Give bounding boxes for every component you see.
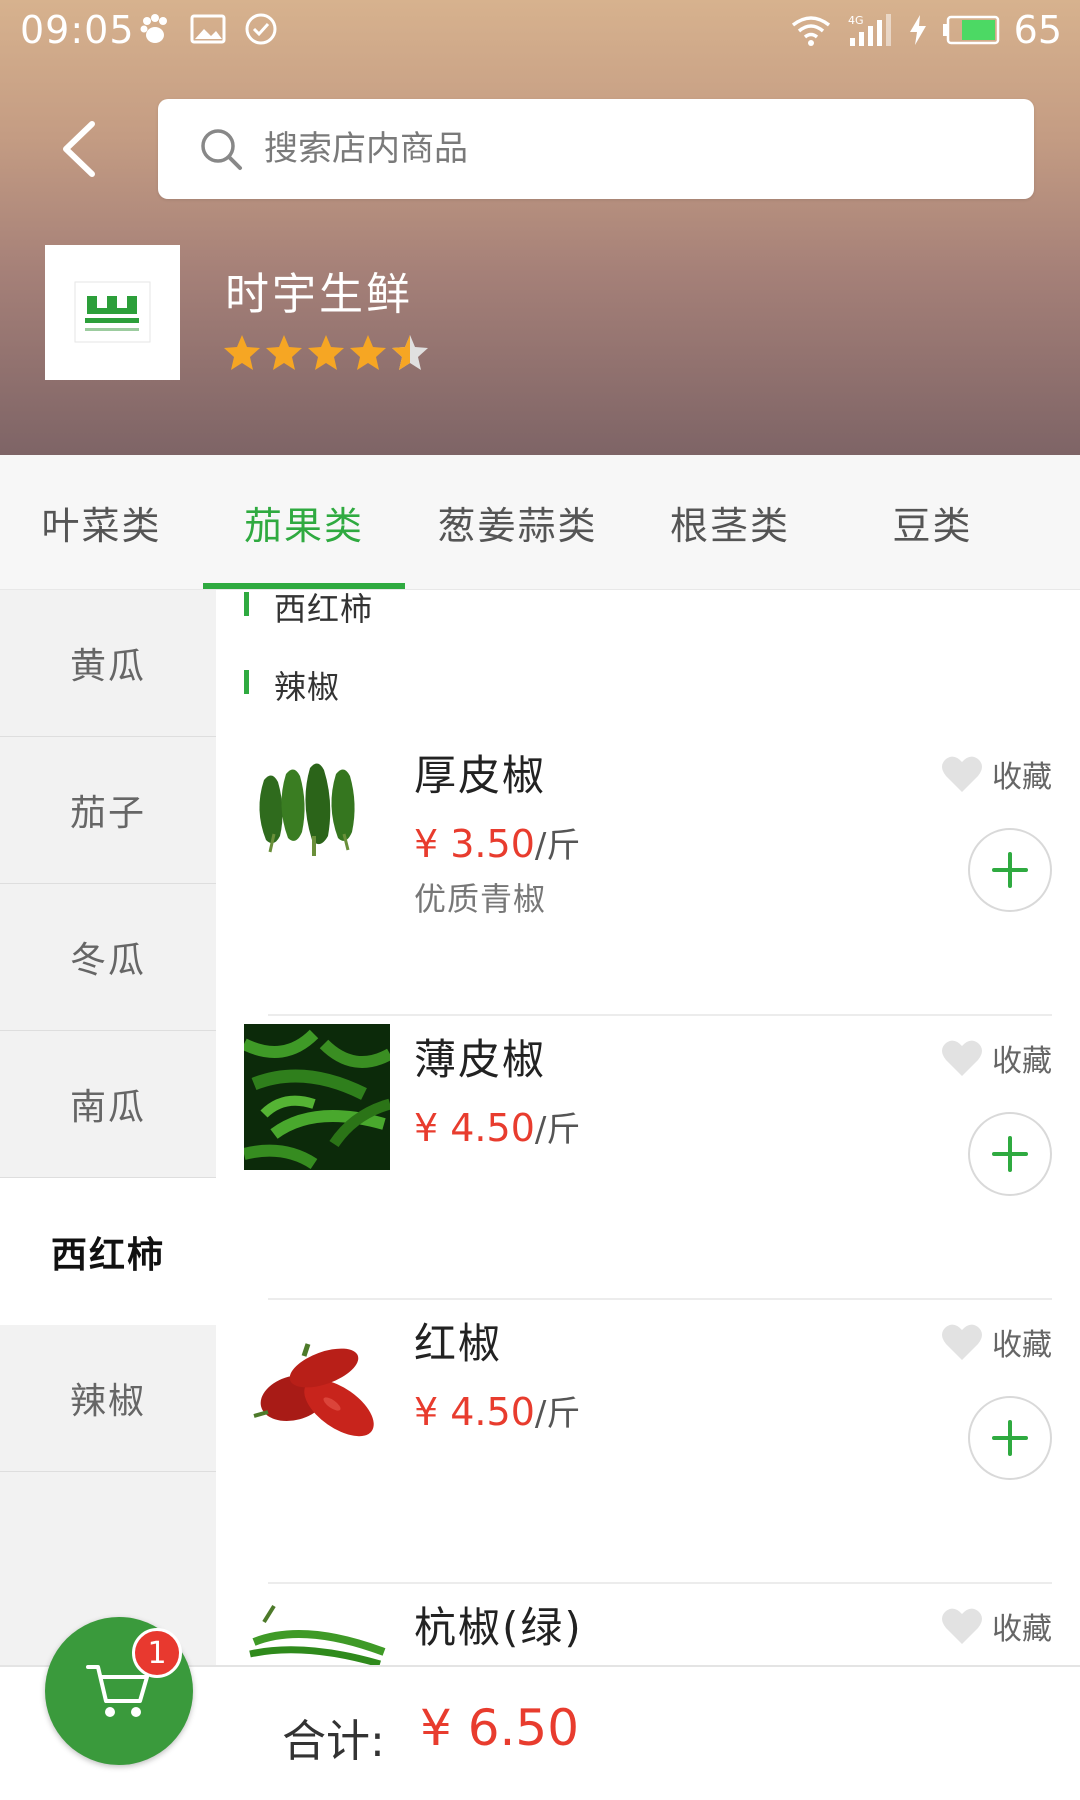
favorite-label: 收藏: [992, 1612, 1052, 1647]
shop-logo: [45, 245, 180, 380]
favorite-label: 收藏: [992, 1044, 1052, 1079]
heart-icon: [942, 1324, 982, 1360]
tab-beans[interactable]: 豆类: [830, 455, 1035, 590]
favorite-label: 收藏: [992, 760, 1052, 795]
total-label: 合计:: [282, 1716, 385, 1767]
favorite-button[interactable]: 收藏: [940, 1036, 1052, 1080]
heart-icon: [942, 1040, 982, 1076]
status-left-icons: [138, 12, 278, 46]
shop-logo-image: [74, 281, 151, 342]
tab-leafy[interactable]: 叶菜类: [0, 455, 203, 590]
total-value: ¥ 6.50: [420, 1699, 580, 1757]
product-name: 红椒: [414, 1319, 503, 1368]
product-item[interactable]: 厚皮椒 ¥ 3.50/斤 优质青椒 收藏: [216, 740, 1080, 1024]
product-price-value: ¥ 4.50: [414, 1390, 535, 1434]
red-pepper-image: [244, 1308, 390, 1454]
product-price-value: ¥ 4.50: [414, 1106, 535, 1150]
battery-level: 65: [1013, 8, 1062, 52]
product-price-unit: /斤: [534, 1110, 581, 1150]
add-to-cart-button[interactable]: [968, 1112, 1052, 1196]
divider: [268, 1298, 1052, 1300]
image-icon: [190, 14, 226, 44]
product-price-unit: /斤: [534, 1394, 581, 1434]
plus-icon: [992, 1420, 1028, 1456]
tab-fruit-veg[interactable]: 茄果类: [203, 455, 405, 590]
product-description: 优质青椒: [414, 880, 547, 918]
section-header-pepper: 辣椒: [244, 662, 340, 708]
thin-pepper-image: [244, 1024, 390, 1170]
sidebar-item-pumpkin[interactable]: 南瓜: [0, 1031, 216, 1178]
check-circle-icon: [245, 13, 277, 45]
product-item[interactable]: 薄皮椒 ¥ 4.50/斤 收藏: [216, 1024, 1080, 1308]
cart-count-badge: 1: [132, 1628, 182, 1678]
star-icon: [350, 335, 386, 370]
star-icon: [224, 335, 260, 370]
sidebar-item-eggplant[interactable]: 茄子: [0, 737, 216, 884]
hang-pepper-image: [244, 1592, 390, 1670]
battery-icon: [942, 15, 999, 45]
signal-4g-icon: 4G: [848, 14, 891, 46]
product-price: ¥ 4.50/斤: [414, 1102, 580, 1151]
search-icon: [201, 129, 242, 170]
thick-pepper-image: [244, 740, 390, 886]
favorite-button[interactable]: 收藏: [940, 1604, 1052, 1648]
status-right: 4G 65: [790, 8, 1062, 52]
product-name: 杭椒(绿): [414, 1603, 583, 1652]
chevron-left-icon: [63, 121, 95, 177]
heart-icon: [942, 756, 982, 792]
tab-scallion-ginger-garlic[interactable]: 葱姜蒜类: [405, 455, 630, 590]
tab-active-indicator: [203, 583, 405, 589]
sidebar-item-tomato[interactable]: 西红柿: [0, 1178, 216, 1325]
product-name: 薄皮椒: [414, 1035, 547, 1084]
product-item[interactable]: 红椒 ¥ 4.50/斤 收藏: [216, 1308, 1080, 1592]
tab-root[interactable]: 根茎类: [630, 455, 830, 590]
product-image: [244, 740, 390, 886]
svg-text:4G: 4G: [848, 14, 864, 27]
divider: [268, 1582, 1052, 1584]
product-list: 西红柿 辣椒 厚皮椒 ¥ 3.50/斤 优质青椒 收藏 薄皮椒 ¥ 4.50/斤…: [216, 590, 1080, 1670]
shop-header: 09:05 4G 65 搜索店内商品 时宇生鲜: [0, 0, 1080, 455]
back-button[interactable]: [52, 116, 108, 182]
shop-name: 时宇生鲜: [225, 269, 413, 320]
search-box[interactable]: [158, 99, 1034, 199]
wifi-icon: [791, 16, 830, 46]
plus-icon: [992, 1136, 1028, 1172]
star-icon: [266, 335, 302, 370]
product-price: ¥ 4.50/斤: [414, 1386, 580, 1435]
product-image: [244, 1592, 390, 1670]
favorite-button[interactable]: 收藏: [940, 1320, 1052, 1364]
divider: [268, 1014, 1052, 1016]
product-price-unit: /斤: [534, 826, 581, 866]
category-tabs: 叶菜类 茄果类 葱姜蒜类 根茎类 豆类: [0, 455, 1080, 590]
status-bar: 09:05 4G 65: [0, 0, 1080, 62]
subcategory-sidebar: 黄瓜 茄子 冬瓜 南瓜 西红柿 辣椒: [0, 590, 216, 1670]
product-image: [244, 1024, 390, 1170]
search-input[interactable]: [264, 129, 1004, 169]
charging-icon: [909, 15, 926, 45]
sidebar-item-winter-melon[interactable]: 冬瓜: [0, 884, 216, 1031]
section-header-tomato: 西红柿: [244, 590, 373, 630]
heart-icon: [942, 1608, 982, 1644]
star-icon: [308, 335, 344, 370]
shop-rating: [222, 332, 430, 372]
product-name: 厚皮椒: [414, 751, 547, 800]
status-time: 09:05: [20, 8, 135, 52]
favorite-button[interactable]: 收藏: [940, 752, 1052, 796]
product-price: ¥ 3.50/斤: [414, 818, 580, 867]
star-half-icon: [392, 335, 428, 370]
product-image: [244, 1308, 390, 1454]
product-price-value: ¥ 3.50: [414, 822, 535, 866]
plus-icon: [992, 852, 1028, 888]
baidu-paw-icon: [140, 14, 167, 43]
sidebar-item-pepper[interactable]: 辣椒: [0, 1325, 216, 1472]
add-to-cart-button[interactable]: [968, 1396, 1052, 1480]
product-item[interactable]: 杭椒(绿) 收藏: [216, 1592, 1080, 1670]
add-to-cart-button[interactable]: [968, 828, 1052, 912]
sidebar-item-cucumber[interactable]: 黄瓜: [0, 590, 216, 737]
favorite-label: 收藏: [992, 1328, 1052, 1363]
